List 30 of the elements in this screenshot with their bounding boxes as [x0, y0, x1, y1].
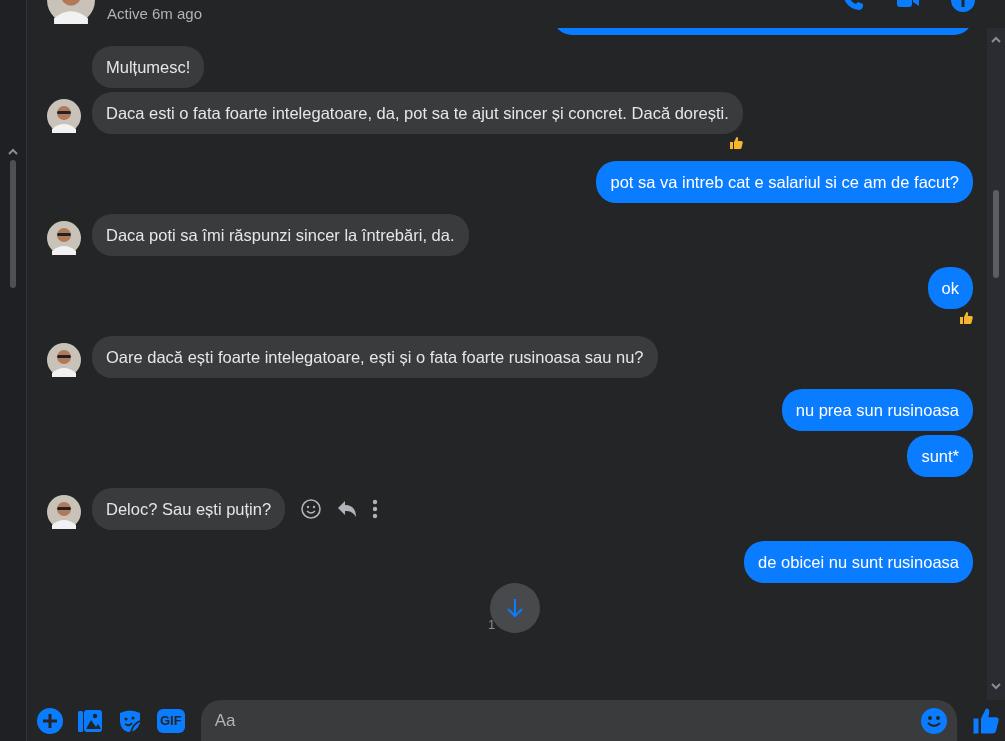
- message-bubble: sunt*: [907, 435, 973, 477]
- scrollbar-thumb[interactable]: [10, 160, 16, 288]
- message-bubble: Daca esti o fata foarte intelegatoare, da, pot sa te ajut sincer și concret. Dacă dorești.: [92, 92, 743, 134]
- scroll-up-icon[interactable]: [8, 148, 18, 156]
- message-bubble: Deloc? Sau ești puțin?: [92, 488, 286, 530]
- gif-button[interactable]: GIF: [157, 708, 185, 733]
- add-icon[interactable]: [37, 707, 63, 734]
- date-label: 1: [488, 617, 496, 632]
- avatar[interactable]: [47, 221, 81, 255]
- message-bubble: de obicei nu sunt rusinoasa: [744, 541, 973, 583]
- emoji-icon[interactable]: [921, 708, 947, 734]
- message-field[interactable]: Aa: [200, 700, 957, 741]
- message-bubble: Oare dacă ești foarte intelegatoare, ești și o fata foarte rusinoasa sau nu?: [92, 336, 658, 378]
- avatar[interactable]: [47, 495, 81, 529]
- arrow-down-icon: [506, 598, 524, 618]
- active-status: Active 6m ago: [107, 5, 203, 22]
- message-bubble: Mulțumesc!: [92, 46, 205, 88]
- message-bubble: nu prea sun rusinoasa: [781, 389, 973, 431]
- avatar[interactable]: [47, 343, 81, 377]
- scrollbar-thumb[interactable]: [993, 190, 999, 278]
- avatar[interactable]: [47, 99, 81, 133]
- scroll-up-icon[interactable]: [991, 36, 1001, 44]
- scroll-down-button[interactable]: [490, 583, 540, 633]
- message-bubble: pot sa va intreb cat e salariul si ce am de facut?: [596, 161, 973, 203]
- message-bubble: ok: [927, 267, 973, 309]
- message-bubble: Daca poti sa îmi răspunzi sincer la întrebări, da.: [92, 214, 469, 256]
- emoji-icon[interactable]: [300, 498, 323, 520]
- scroll-down-icon[interactable]: [991, 682, 1001, 690]
- image-icon[interactable]: [77, 707, 103, 734]
- more-icon[interactable]: [372, 498, 379, 520]
